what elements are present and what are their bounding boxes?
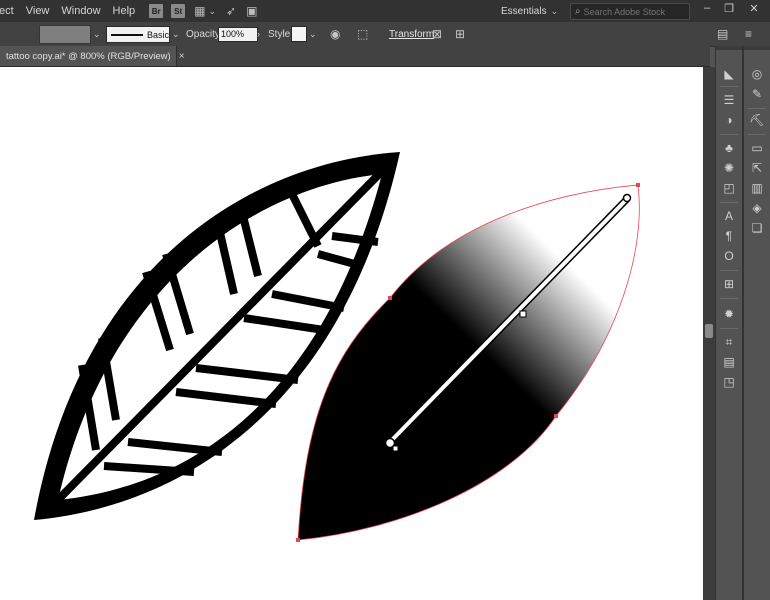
properties-icon[interactable]: ☰ — [716, 92, 742, 108]
links-icon[interactable]: ▭ — [744, 140, 770, 156]
select-similar-icon[interactable]: ⊞ — [455, 22, 465, 46]
stock-search[interactable]: ⌕ — [570, 3, 690, 20]
menu-window[interactable]: Window — [55, 0, 106, 22]
vertical-scrollbar[interactable] — [703, 67, 715, 600]
artwork — [34, 152, 640, 542]
cc-libraries-icon[interactable]: ◎ — [744, 66, 770, 82]
menu-view[interactable]: View — [20, 0, 56, 22]
fill-swatch[interactable] — [39, 25, 91, 44]
align-icon[interactable]: ⊞ — [716, 276, 742, 292]
opacity-input[interactable] — [218, 26, 258, 42]
stroke-line-preview — [111, 33, 143, 36]
divider — [748, 134, 766, 135]
document-tab-bar: tattoo copy.ai* @ 800% (RGB/Preview) × — [0, 46, 710, 67]
divider — [720, 298, 738, 299]
layers-stack-icon[interactable]: ◈ — [744, 200, 770, 216]
opentype-icon[interactable]: O — [716, 248, 742, 264]
chevron-down-icon: ⌄ — [550, 5, 559, 16]
opacity-field-wrap — [218, 22, 258, 46]
divider — [720, 270, 738, 271]
gpu-performance-icon[interactable]: ➶ — [226, 4, 236, 18]
transform-panel-icon[interactable]: ⌗ — [716, 334, 742, 350]
arrange-documents-icon[interactable]: ▦ — [194, 4, 205, 18]
menu-effect[interactable]: fect — [0, 0, 20, 22]
chevron-down-icon[interactable]: ⌄ — [172, 22, 180, 46]
stroke-profile-dropdown[interactable]: Basic — [106, 26, 170, 43]
color-guide-icon[interactable]: ✎ — [744, 86, 770, 102]
transparency-icon[interactable]: ❏ — [744, 220, 770, 236]
arrange-icon[interactable]: ◳ — [716, 374, 742, 390]
isolate-group-icon[interactable]: ⊠ — [432, 22, 442, 46]
document-setup-icon[interactable]: ▤ — [717, 22, 728, 46]
align-objects-icon[interactable]: ▤ — [716, 354, 742, 370]
panel-menu-icon[interactable]: ≡ — [745, 22, 752, 46]
style-swatch-wrap — [291, 22, 307, 46]
image-trace-icon[interactable]: ⛏ — [744, 112, 770, 128]
minimize-icon[interactable]: – — [697, 2, 717, 14]
divider — [720, 86, 738, 87]
share-icon[interactable]: ▣ — [246, 4, 257, 18]
swatches-icon[interactable]: ◰ — [716, 180, 742, 196]
divider — [720, 202, 738, 203]
workspace-switcher[interactable]: Essentials ⌄ — [501, 4, 559, 18]
transform-link[interactable]: Transform — [389, 22, 434, 46]
chevron-down-icon[interactable]: ⌄ — [93, 22, 101, 46]
paragraph-icon[interactable]: ¶ — [716, 228, 742, 244]
graphic-style-swatch[interactable] — [291, 26, 307, 42]
restore-icon[interactable]: ❐ — [719, 2, 739, 15]
menu-help[interactable]: Help — [107, 0, 142, 22]
recolor-artwork-icon[interactable]: ◉ — [330, 22, 340, 46]
close-window-icon[interactable]: ✕ — [744, 2, 764, 15]
scrollbar-thumb[interactable] — [705, 324, 713, 338]
chevron-right-icon[interactable]: › — [257, 22, 260, 46]
chevron-down-icon[interactable]: ⌄ — [208, 6, 216, 17]
divider — [720, 134, 738, 135]
stock-button[interactable]: St — [171, 4, 186, 18]
chevron-down-icon[interactable]: ⌄ — [309, 22, 317, 46]
symbols-icon[interactable]: ♣ — [716, 140, 742, 156]
pathfinder-icon[interactable]: ✹ — [716, 306, 742, 322]
character-icon[interactable]: A — [716, 208, 742, 224]
stock-search-input[interactable] — [583, 6, 680, 17]
control-bar: ⌄ Basic ⌄ Opacity: › Style: ⌄ ◉ ⬚ Transf… — [0, 22, 770, 47]
search-icon: ⌕ — [575, 6, 581, 17]
bridge-button[interactable]: Br — [149, 4, 164, 18]
document-tab[interactable]: tattoo copy.ai* @ 800% (RGB/Preview) × — [0, 46, 185, 66]
divider — [748, 108, 766, 109]
align-to-selection-icon[interactable]: ⬚ — [357, 22, 368, 46]
panel-dock-right: ◎ ✎ ⛏ ▭ ⇱ ▥ ◈ ❏ — [744, 50, 770, 600]
brushes-icon[interactable]: ✺ — [716, 160, 742, 176]
divider — [720, 328, 738, 329]
workspace-label: Essentials — [501, 5, 547, 17]
panel-dock-left: ◣ ☰ ◑ ♣ ✺ ◰ A ¶ O ⊞ ✹ ⌗ ▤ ◳ — [716, 50, 742, 600]
gradient-icon[interactable]: ▥ — [744, 180, 770, 196]
export-icon[interactable]: ⇱ — [744, 160, 770, 176]
style-label: Style: — [268, 28, 294, 40]
layers-icon[interactable]: ◑ — [716, 112, 742, 128]
artboard-canvas[interactable] — [0, 67, 703, 600]
stroke-profile-label: Basic — [146, 29, 169, 40]
artboards-icon[interactable]: ◣ — [716, 66, 742, 82]
close-icon[interactable]: × — [179, 51, 185, 62]
document-tab-title: tattoo copy.ai* @ 800% (RGB/Preview) — [6, 50, 171, 62]
